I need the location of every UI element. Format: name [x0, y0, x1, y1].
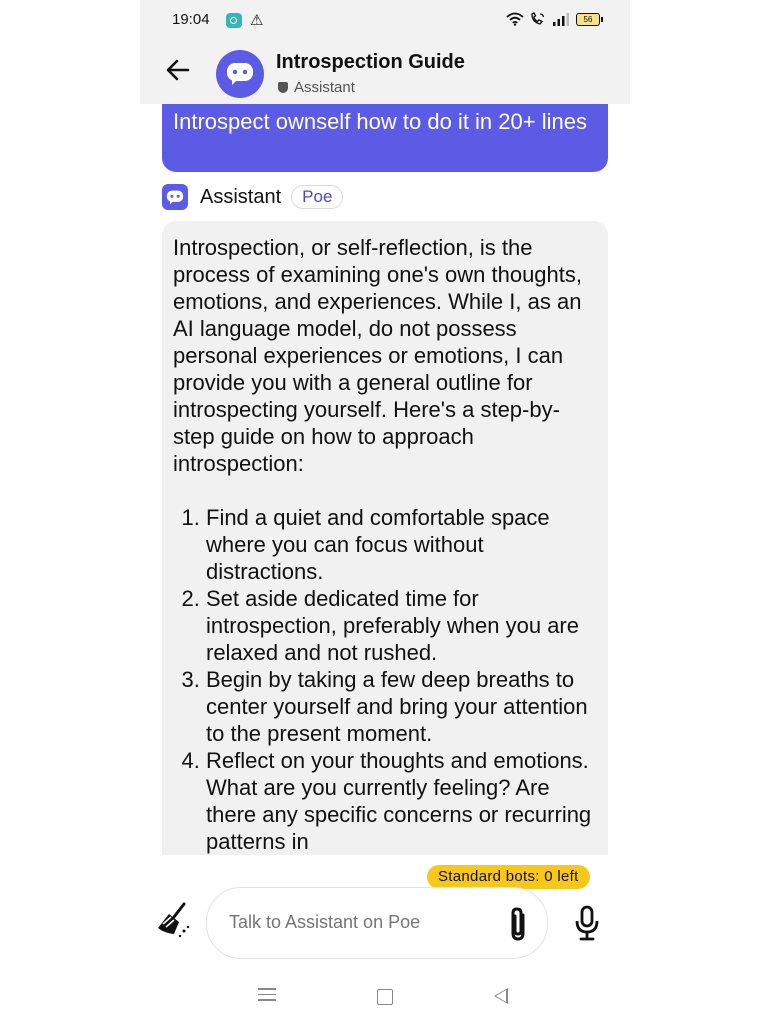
- shield-icon: [278, 82, 288, 93]
- bot-avatar[interactable]: [216, 50, 264, 98]
- assistant-avatar[interactable]: [162, 184, 188, 210]
- clear-context-button[interactable]: [154, 900, 194, 940]
- user-message-bubble[interactable]: Introspect ownself how to do it in 20+ l…: [162, 104, 608, 172]
- list-item: Find a quiet and comfortable space where…: [206, 504, 597, 585]
- list-item: Begin by taking a few deep breaths to ce…: [206, 666, 597, 747]
- system-navigation-bar: [140, 978, 630, 1018]
- back-button[interactable]: [164, 56, 192, 84]
- message-input-container[interactable]: [206, 887, 548, 959]
- phone-screen: 19:04 ⚠ 56 Introspection Guide Assistant…: [140, 0, 630, 1024]
- assistant-name: Assistant: [200, 185, 282, 208]
- signal-icon: [553, 12, 569, 26]
- poe-badge: Poe: [291, 185, 344, 209]
- recent-apps-button[interactable]: [258, 988, 276, 1002]
- bot-subtitle: Assistant: [278, 79, 355, 96]
- quota-badge[interactable]: Standard bots: 0 left: [427, 865, 590, 889]
- app-notification-icon: [226, 13, 242, 28]
- wifi-call-icon: [531, 12, 545, 25]
- list-item: Set aside dedicated time for introspecti…: [206, 585, 597, 666]
- paperclip-icon: [511, 907, 525, 941]
- list-item: Reflect on your thoughts and emotions. W…: [206, 747, 597, 855]
- wifi-icon: [506, 12, 524, 26]
- status-indicators: 56: [506, 12, 603, 26]
- bot-title[interactable]: Introspection Guide: [276, 51, 465, 74]
- steps-list: Find a quiet and comfortable space where…: [173, 504, 597, 855]
- system-back-button[interactable]: [494, 988, 508, 1004]
- status-bar: 19:04 ⚠ 56: [140, 0, 630, 38]
- answer-intro: Introspection, or self-reflection, is th…: [173, 235, 582, 476]
- status-time: 19:04: [172, 11, 210, 28]
- broom-icon: [158, 902, 190, 938]
- arrow-left-icon: [166, 59, 190, 81]
- chat-header: Introspection Guide Assistant: [140, 38, 630, 104]
- robot-icon: [227, 63, 253, 85]
- assistant-message-bubble[interactable]: Introspection, or self-reflection, is th…: [162, 221, 608, 855]
- attach-button[interactable]: [503, 905, 533, 943]
- battery-icon: 56: [576, 12, 603, 26]
- assistant-label-row: Assistant Poe: [162, 184, 344, 210]
- robot-icon: [166, 190, 184, 205]
- microphone-icon: [575, 905, 599, 941]
- home-button[interactable]: [377, 989, 393, 1005]
- voice-input-button[interactable]: [572, 904, 602, 942]
- message-input[interactable]: [227, 911, 491, 934]
- warning-icon: ⚠: [250, 12, 264, 29]
- bot-subtitle-text: Assistant: [294, 79, 355, 96]
